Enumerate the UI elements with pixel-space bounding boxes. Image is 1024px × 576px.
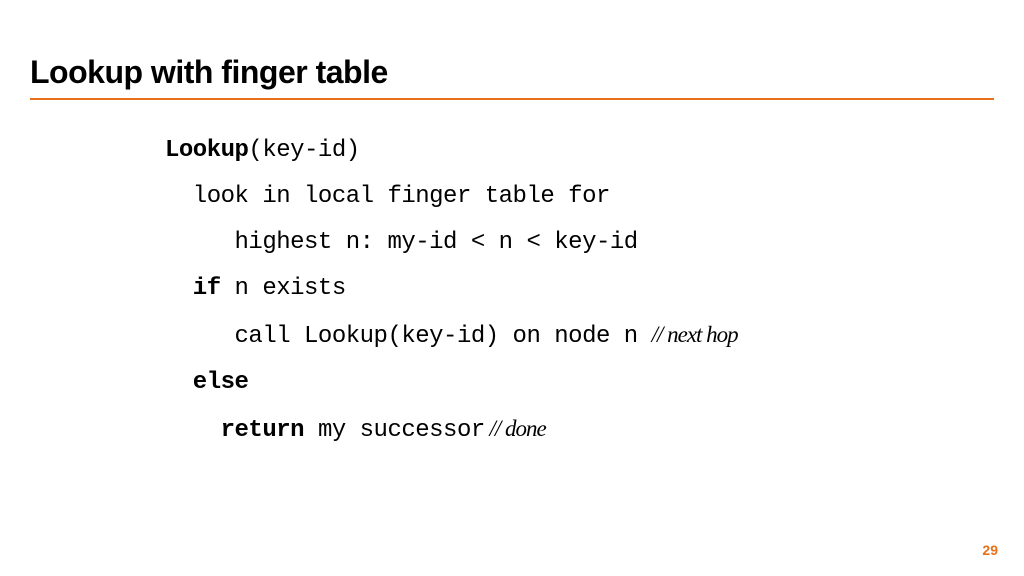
pseudocode-block: Lookup(key-id) look in local finger tabl… <box>165 128 738 454</box>
code-text: (key-id) <box>248 137 359 164</box>
comment-done: // done <box>485 416 546 441</box>
keyword-return: return <box>221 417 318 444</box>
page-number: 29 <box>982 542 998 558</box>
keyword-lookup: Lookup <box>165 137 248 164</box>
code-line: Lookup(key-id) <box>165 128 738 174</box>
code-line: look in local finger table for <box>165 174 738 220</box>
keyword-if: if <box>165 275 221 302</box>
code-text: n exists <box>221 275 346 302</box>
title-underline <box>30 98 994 100</box>
code-line: if n exists <box>165 266 738 312</box>
keyword-else: else <box>165 369 248 396</box>
comment-next-hop: // next hop <box>652 322 738 347</box>
code-line: else <box>165 360 738 406</box>
slide-title: Lookup with finger table <box>30 54 388 91</box>
code-indent <box>165 417 221 444</box>
code-text: call Lookup(key-id) on node n <box>165 323 652 350</box>
code-text: my successor <box>318 417 485 444</box>
code-line: highest n: my-id < n < key-id <box>165 220 738 266</box>
code-line: return my successor // done <box>165 406 738 454</box>
code-line: call Lookup(key-id) on node n // next ho… <box>165 312 738 360</box>
